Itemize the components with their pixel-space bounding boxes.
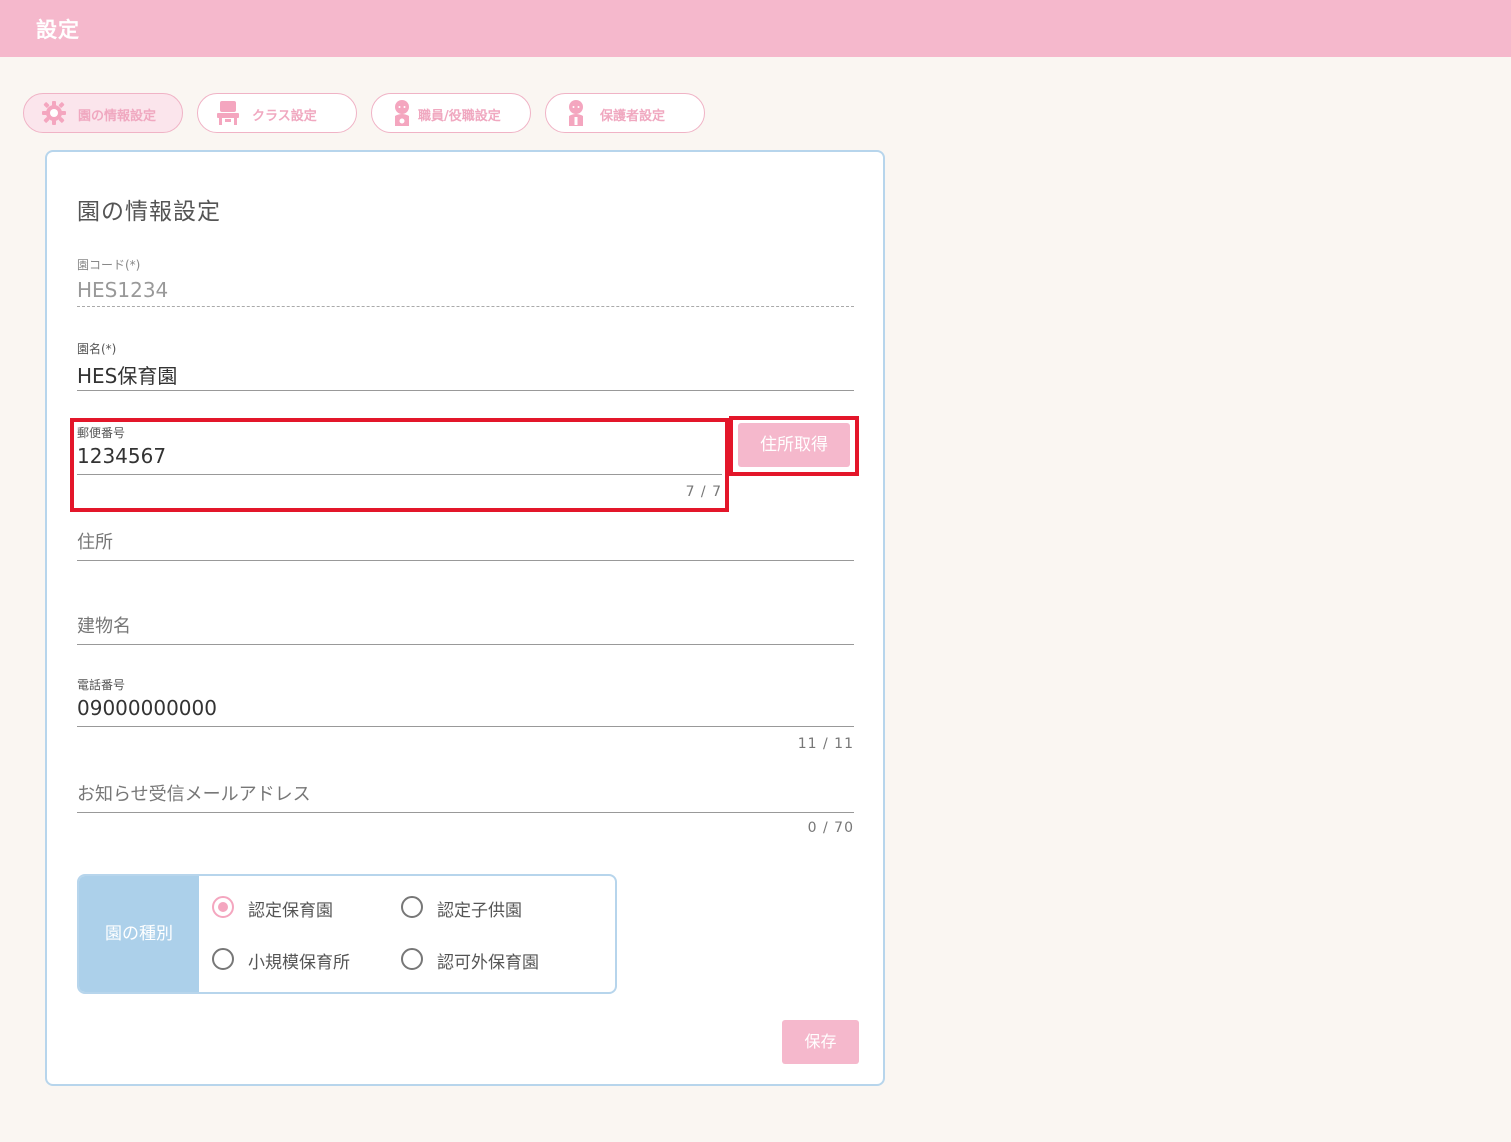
- tab-label: 職員/役職設定: [418, 109, 501, 124]
- gear-icon: [42, 101, 66, 125]
- staff-icon: [395, 100, 409, 126]
- email-input[interactable]: お知らせ受信メールアドレス: [77, 780, 311, 806]
- get-address-button[interactable]: 住所取得: [738, 423, 850, 467]
- building-field[interactable]: 建物名: [77, 606, 854, 646]
- field-label: 郵便番号: [77, 426, 126, 440]
- field-label: 園名(*): [77, 342, 117, 356]
- radio-label: 認可外保育園: [437, 953, 539, 973]
- save-button[interactable]: 保存: [782, 1020, 859, 1064]
- email-field[interactable]: お知らせ受信メールアドレス 0 / 70: [77, 774, 854, 844]
- radio-label: 小規模保育所: [248, 953, 350, 973]
- postal-code-input[interactable]: 1234567: [77, 444, 166, 468]
- school-type-label: 園の種別: [79, 876, 199, 992]
- field-underline: [77, 474, 722, 475]
- class-icon: [217, 101, 239, 125]
- radio-circle: [212, 948, 234, 970]
- tab-staff-settings[interactable]: 職員/役職設定: [371, 93, 531, 133]
- postal-code-counter: 7 / 7: [685, 484, 722, 500]
- field-underline: [77, 390, 854, 391]
- guardian-icon: [569, 100, 583, 126]
- tab-class-settings[interactable]: クラス設定: [197, 93, 357, 133]
- school-type-group: 園の種別 認定保育園 認定子供園 小規模保育所 認可外保育園: [77, 874, 617, 994]
- email-counter: 0 / 70: [807, 820, 854, 836]
- tab-label: 園の情報設定: [78, 109, 157, 124]
- tab-label: クラス設定: [252, 109, 317, 124]
- address-input[interactable]: 住所: [77, 528, 113, 554]
- form-title: 園の情報設定: [77, 199, 221, 225]
- field-underline: [77, 306, 854, 307]
- radio-circle: [401, 948, 423, 970]
- field-label: 園コード(*): [77, 258, 141, 272]
- field-label: 電話番号: [77, 678, 126, 692]
- field-underline: [77, 726, 854, 727]
- tab-guardian-settings[interactable]: 保護者設定: [545, 93, 705, 133]
- school-name-field[interactable]: 園名(*) HES保育園: [77, 340, 854, 392]
- tab-school-info[interactable]: 園の情報設定: [23, 93, 183, 133]
- school-info-card: 園の情報設定 園コード(*) HES1234 園名(*) HES保育園 郵便番号…: [45, 150, 885, 1086]
- phone-field[interactable]: 電話番号 09000000000 11 / 11: [77, 676, 854, 756]
- postal-code-field[interactable]: 郵便番号 1234567 7 / 7: [77, 424, 722, 504]
- field-underline: [77, 644, 854, 645]
- radio-circle: [401, 896, 423, 918]
- field-underline: [77, 560, 854, 561]
- radio-label: 認定保育園: [248, 901, 333, 921]
- radio-label: 認定子供園: [437, 901, 522, 921]
- phone-counter: 11 / 11: [797, 736, 854, 752]
- school-code-value: HES1234: [77, 278, 169, 302]
- address-field[interactable]: 住所: [77, 522, 854, 562]
- field-underline: [77, 812, 854, 813]
- school-name-input[interactable]: HES保育園: [77, 360, 177, 389]
- page-title: 設定: [36, 18, 80, 42]
- app-header: 設定: [0, 0, 1511, 57]
- building-input[interactable]: 建物名: [77, 612, 131, 638]
- radio-circle: [212, 896, 234, 918]
- school-code-field: 園コード(*) HES1234: [77, 256, 854, 308]
- tab-label: 保護者設定: [600, 109, 666, 124]
- phone-input[interactable]: 09000000000: [77, 696, 217, 720]
